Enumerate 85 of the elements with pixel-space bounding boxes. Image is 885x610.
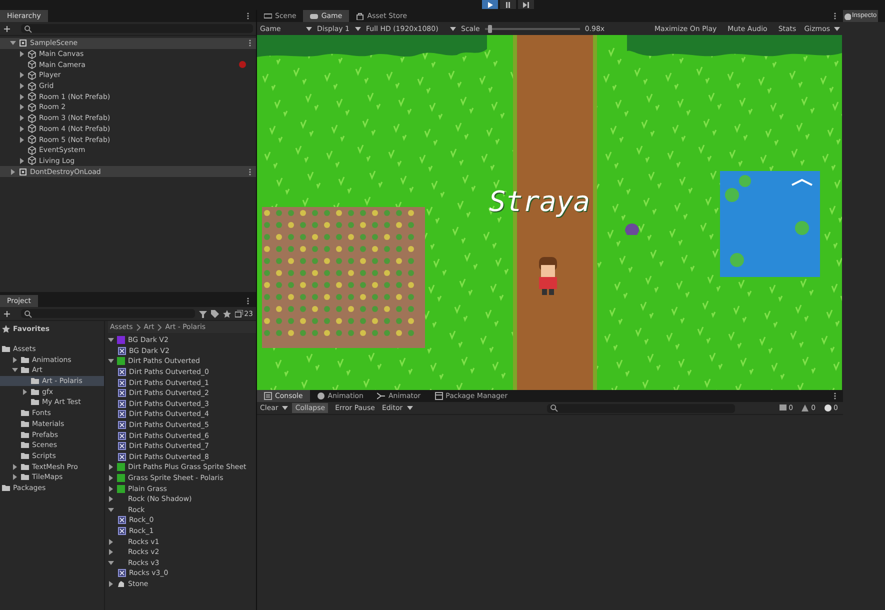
sprite-icon <box>118 389 126 398</box>
star-icon <box>2 325 10 334</box>
more-menu-icon[interactable] <box>248 39 252 48</box>
game-title-text: Straya <box>489 185 590 218</box>
search-icon <box>24 310 32 318</box>
warning-icon <box>801 404 810 412</box>
expand-arrow-icon[interactable] <box>108 538 114 545</box>
expand-arrow-icon[interactable] <box>19 115 25 122</box>
error-icon <box>824 404 832 412</box>
expand-arrow-icon[interactable] <box>12 464 18 470</box>
creature-drawing <box>625 224 639 235</box>
caret-icon <box>282 406 288 410</box>
sprite-icon <box>118 368 126 376</box>
filter-icon[interactable] <box>199 310 208 318</box>
box-icon <box>434 392 443 400</box>
sprite-icon <box>118 569 126 578</box>
expand-arrow-icon[interactable] <box>19 136 25 143</box>
sprite-icon <box>118 442 126 450</box>
expand-arrow-icon[interactable] <box>19 126 25 132</box>
expand-arrow-icon[interactable] <box>108 475 114 482</box>
stone-icon <box>117 580 125 588</box>
expand-arrow-icon[interactable] <box>108 496 114 502</box>
search-field[interactable] <box>21 309 196 318</box>
expand-arrow-icon[interactable] <box>10 40 16 46</box>
expand-arrow-icon[interactable] <box>108 464 114 470</box>
bag-icon <box>356 12 364 20</box>
sprite-icon <box>118 400 126 408</box>
expand-arrow-icon[interactable] <box>12 367 18 374</box>
frame-icon <box>264 12 272 20</box>
sprite-icon <box>118 452 126 461</box>
expand-arrow-icon[interactable] <box>12 474 18 480</box>
plus-icon <box>3 310 11 316</box>
caret-icon <box>306 26 312 30</box>
play-button[interactable] <box>482 0 498 9</box>
sprite-icon <box>118 526 126 535</box>
circle-icon <box>316 392 325 400</box>
caret-icon <box>450 26 456 30</box>
scene-icon <box>19 39 27 48</box>
expand-arrow-icon[interactable] <box>22 388 28 395</box>
chevron-icon <box>157 324 162 330</box>
expand-arrow-icon[interactable] <box>108 560 114 566</box>
pause-icon <box>504 0 512 8</box>
slider-thumb[interactable] <box>488 24 492 32</box>
sprite-icon <box>118 421 126 430</box>
expand-arrow-icon[interactable] <box>10 168 16 175</box>
expand-arrow-icon[interactable] <box>19 94 25 100</box>
search-field[interactable] <box>546 404 735 412</box>
caret-icon <box>834 26 840 30</box>
expand-arrow-icon[interactable] <box>19 51 25 58</box>
expand-arrow-icon[interactable] <box>108 486 114 492</box>
step-button[interactable] <box>518 0 534 9</box>
sprite-icon <box>118 378 126 387</box>
search-icon <box>550 404 558 412</box>
character-drawing <box>539 257 557 295</box>
more-menu-icon[interactable] <box>248 168 252 176</box>
sprite-icon <box>118 410 126 418</box>
caret-icon <box>355 26 361 30</box>
expand-arrow-icon[interactable] <box>19 83 25 90</box>
search-field[interactable] <box>21 24 253 33</box>
tag-icon[interactable] <box>211 310 220 318</box>
expand-arrow-icon[interactable] <box>108 580 114 587</box>
sprite-icon <box>118 346 126 355</box>
list-icon <box>264 392 272 400</box>
search-icon <box>24 24 32 32</box>
expand-arrow-icon[interactable] <box>108 358 114 364</box>
pause-button[interactable] <box>500 0 516 9</box>
expand-arrow-icon[interactable] <box>19 158 25 164</box>
sprite-icon <box>118 516 126 524</box>
sprite-icon <box>118 432 126 440</box>
expand-arrow-icon[interactable] <box>19 72 25 78</box>
caret-icon <box>406 406 413 410</box>
folder-icon <box>2 484 10 492</box>
star-icon[interactable] <box>223 310 232 318</box>
expand-arrow-icon[interactable] <box>108 506 114 513</box>
expand-arrow-icon[interactable] <box>19 104 25 110</box>
step-icon <box>522 0 530 8</box>
folder-icon <box>2 345 10 354</box>
expand-arrow-icon[interactable] <box>12 356 18 363</box>
layers-icon <box>235 310 244 318</box>
expand-arrow-icon[interactable] <box>108 337 114 344</box>
expand-arrow-icon[interactable] <box>108 549 114 556</box>
chevron-icon <box>136 324 141 330</box>
message-icon <box>778 404 787 412</box>
scene-icon <box>19 168 27 176</box>
plus-icon <box>3 26 11 32</box>
